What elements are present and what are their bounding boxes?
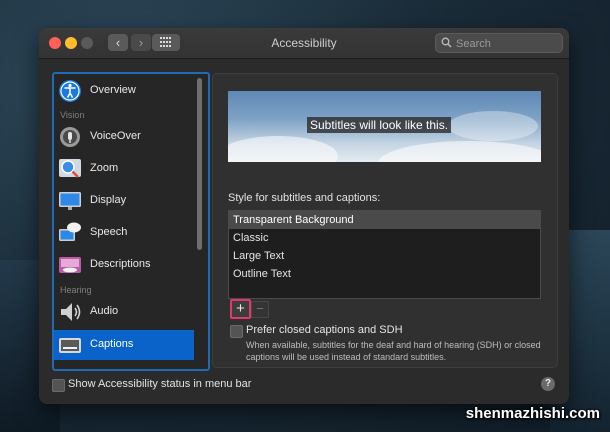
- style-option-transparent-background[interactable]: Transparent Background: [229, 211, 540, 229]
- preview-cloud: [448, 111, 538, 141]
- sidebar-item-label: Captions: [90, 338, 134, 350]
- voiceover-icon: [60, 127, 80, 147]
- sidebar-header-vision: Vision: [60, 110, 85, 120]
- sidebar: Overview Vision VoiceOver Zoom Display S…: [52, 72, 210, 371]
- watermark: shenmazhishi.com: [465, 405, 600, 422]
- search-field[interactable]: [435, 33, 563, 53]
- descriptions-icon: [59, 257, 81, 273]
- sidebar-item-label: Audio: [90, 305, 119, 317]
- display-icon: [59, 192, 81, 210]
- caption-style-list: Transparent Background Classic Large Tex…: [228, 210, 541, 299]
- zoom-icon: [59, 159, 81, 178]
- status-menu-label: Show Accessibility status in menu bar: [68, 378, 252, 390]
- style-option-large-text[interactable]: Large Text: [229, 247, 540, 265]
- style-option-outline-text[interactable]: Outline Text: [229, 265, 540, 283]
- sidebar-item-descriptions[interactable]: Descriptions: [54, 250, 194, 280]
- sidebar-item-label: Speech: [90, 226, 128, 238]
- preview-cloud: [228, 136, 338, 162]
- sidebar-item-label: Display: [90, 194, 127, 206]
- sidebar-header-hearing: Hearing: [60, 285, 92, 295]
- sidebar-item-label: Overview: [90, 84, 136, 96]
- sidebar-item-overview[interactable]: Overview: [54, 76, 194, 106]
- sidebar-item-captions[interactable]: Captions: [54, 330, 194, 360]
- speech-icon: [59, 222, 81, 241]
- captions-icon: [59, 338, 81, 353]
- title-bar: ‹ › Accessibility: [39, 28, 569, 59]
- search-icon: [441, 37, 452, 48]
- sdh-label: Prefer closed captions and SDH: [246, 324, 403, 336]
- preview-cloud: [378, 141, 541, 162]
- sdh-description: When available, subtitles for the deaf a…: [246, 340, 541, 362]
- preview-subtitle-text: Subtitles will look like this.: [307, 117, 452, 133]
- accessibility-icon: [59, 80, 81, 102]
- sidebar-item-label: Descriptions: [90, 258, 151, 270]
- sidebar-item-voiceover[interactable]: VoiceOver: [54, 122, 194, 152]
- sdh-checkbox[interactable]: [230, 325, 243, 338]
- caption-preview: Subtitles will look like this.: [228, 91, 541, 162]
- accessibility-window: ‹ › Accessibility Search Overview Vision…: [39, 28, 569, 404]
- style-label: Style for subtitles and captions:: [228, 192, 381, 204]
- remove-style-button[interactable]: −: [251, 301, 269, 318]
- sidebar-scrollbar[interactable]: [197, 78, 202, 250]
- sidebar-item-label: Zoom: [90, 162, 119, 174]
- style-option-classic[interactable]: Classic: [229, 229, 540, 247]
- sidebar-item-audio[interactable]: Audio: [54, 297, 194, 327]
- captions-panel: Subtitles will look like this. Style for…: [212, 73, 558, 368]
- sidebar-item-label: VoiceOver: [90, 130, 141, 142]
- sidebar-item-display[interactable]: Display: [54, 186, 194, 216]
- status-menu-checkbox[interactable]: [52, 379, 65, 392]
- speaker-icon: [61, 303, 81, 321]
- search-input[interactable]: [454, 35, 562, 52]
- help-button[interactable]: ?: [541, 377, 555, 391]
- sidebar-item-speech[interactable]: Speech: [54, 218, 194, 248]
- add-style-button[interactable]: +: [230, 299, 251, 319]
- sidebar-item-zoom[interactable]: Zoom: [54, 154, 194, 184]
